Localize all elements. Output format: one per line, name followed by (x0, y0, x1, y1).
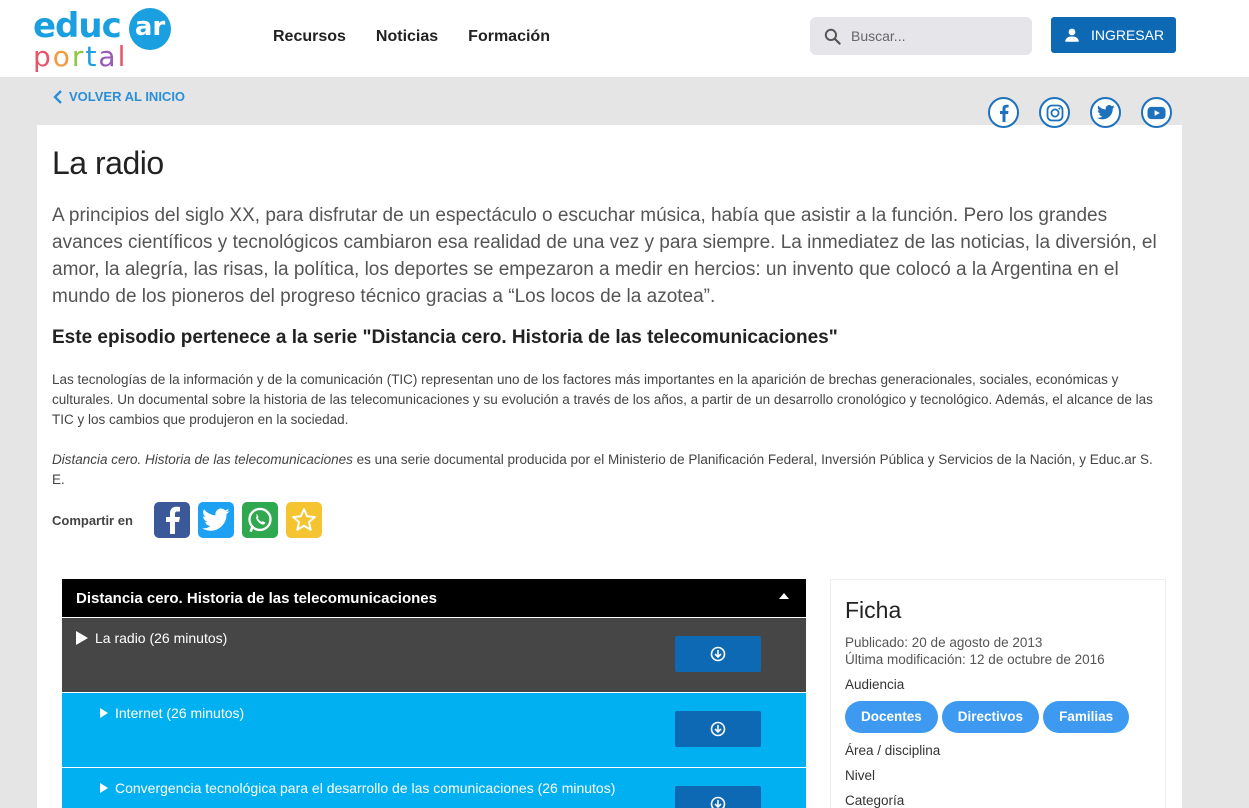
download-icon (710, 796, 726, 808)
chevron-up-icon (779, 593, 789, 599)
login-label: INGRESAR (1090, 27, 1165, 43)
user-icon (1065, 28, 1079, 42)
audience-label: Audiencia (845, 677, 905, 692)
share-twitter-icon[interactable] (198, 502, 234, 538)
educar-portal-logo[interactable]: educ ar portal (33, 6, 183, 73)
audience-tags: Docentes Directivos Familias (845, 701, 1130, 733)
content-card: La radio A principios del siglo XX, para… (37, 125, 1182, 808)
download-icon (710, 721, 726, 737)
play-icon (100, 783, 108, 793)
logo-portal-text: portal (33, 40, 128, 73)
back-to-home-link[interactable]: VOLVER AL INICIO (53, 89, 185, 104)
playlist-item[interactable]: Internet (26 minutos) (62, 692, 806, 767)
share-facebook-icon[interactable] (154, 502, 190, 538)
share-label: Compartir en (52, 513, 133, 528)
playlist-item[interactable]: Convergencia tecnológica para el desarro… (62, 767, 806, 808)
youtube-icon[interactable] (1141, 97, 1172, 128)
twitter-icon[interactable] (1090, 97, 1121, 128)
ficha-dates: Publicado: 20 de agosto de 2013 Última m… (845, 634, 1105, 668)
main-nav: Recursos Noticias Formación (273, 28, 550, 46)
nav-noticias[interactable]: Noticias (376, 28, 438, 46)
article-intro: A principios del siglo XX, para disfruta… (52, 205, 1157, 307)
tag-directivos[interactable]: Directivos (941, 701, 1040, 733)
playlist-title: Distancia cero. Historia de las telecomu… (76, 589, 437, 607)
category-label: Categoría (845, 793, 905, 808)
page-title: La radio (52, 145, 164, 181)
playlist-item[interactable]: La radio (26 minutos) (62, 617, 806, 692)
playlist-item-label: Convergencia tecnológica para el desarro… (115, 780, 616, 796)
ficha-panel: Ficha Publicado: 20 de agosto de 2013 Úl… (830, 579, 1166, 808)
area-label: Área / disciplina (845, 743, 941, 758)
nav-formacion[interactable]: Formación (468, 28, 550, 46)
tag-docentes[interactable]: Docentes (845, 701, 938, 733)
ficha-title: Ficha (845, 597, 902, 623)
search-input[interactable] (851, 17, 1026, 55)
download-button[interactable] (675, 636, 761, 672)
share-buttons (154, 502, 322, 538)
series-credit: Distancia cero. Historia de las telecomu… (52, 450, 1167, 490)
back-label: VOLVER AL INICIO (69, 89, 186, 104)
site-header: educ ar portal Recursos Noticias Formaci… (0, 0, 1249, 77)
download-button[interactable] (675, 786, 761, 808)
social-links (988, 97, 1172, 128)
series-credit-title: Distancia cero. Historia de las telecomu… (52, 452, 353, 467)
instagram-icon[interactable] (1039, 97, 1070, 128)
tag-familias[interactable]: Familias (1043, 701, 1130, 733)
logo-ar-badge: ar (129, 8, 171, 50)
share-whatsapp-icon[interactable] (242, 502, 278, 538)
play-icon (76, 631, 88, 645)
download-icon (710, 646, 726, 662)
level-label: Nivel (845, 768, 876, 783)
published-date: Publicado: 20 de agosto de 2013 (845, 635, 1043, 650)
share-favorite-star-icon[interactable] (286, 502, 322, 538)
series-heading: Este episodio pertenece a la serie "Dist… (52, 327, 838, 348)
series-description: Las tecnologías de la información y de l… (52, 372, 1153, 427)
playlist-item-label: La radio (26 minutos) (95, 630, 228, 646)
playlist-item-label: Internet (26 minutos) (115, 705, 245, 721)
search-icon (824, 28, 841, 45)
nav-recursos[interactable]: Recursos (273, 28, 346, 46)
episode-playlist: Distancia cero. Historia de las telecomu… (62, 579, 806, 808)
modified-date: Última modificación: 12 de octubre de 20… (845, 652, 1105, 667)
play-icon (100, 708, 108, 718)
download-button[interactable] (675, 711, 761, 747)
facebook-icon[interactable] (988, 97, 1019, 128)
playlist-header[interactable]: Distancia cero. Historia de las telecomu… (62, 579, 806, 617)
login-button[interactable]: INGRESAR (1051, 17, 1176, 53)
chevron-left-icon (53, 89, 62, 104)
search-box (810, 17, 1032, 55)
